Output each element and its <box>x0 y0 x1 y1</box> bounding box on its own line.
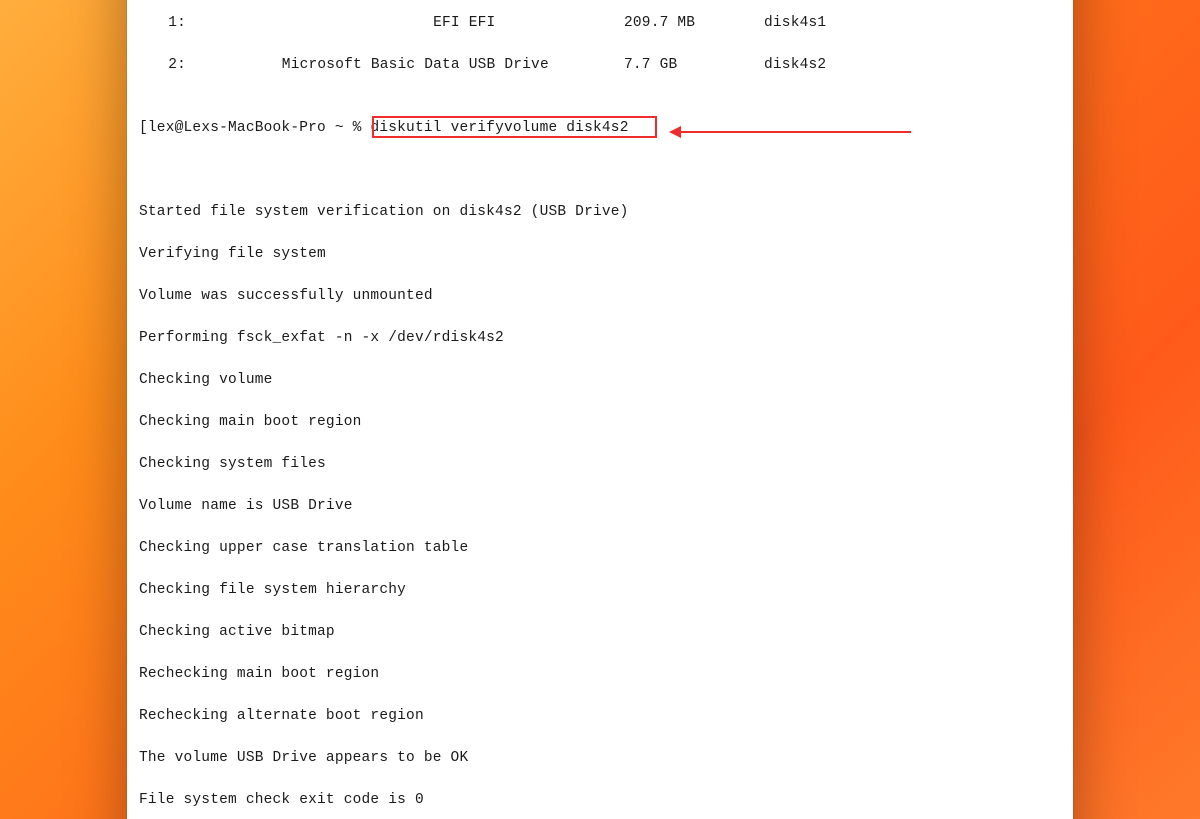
part-num: 1: <box>139 13 194 34</box>
part-id: disk4s2 <box>764 55 1061 76</box>
output-line: Checking active bitmap <box>139 622 1061 643</box>
part-num: 2: <box>139 55 194 76</box>
output-line: Rechecking main boot region <box>139 664 1061 685</box>
part-id: disk4s1 <box>764 13 1061 34</box>
partition-row: 2: Microsoft Basic Data USB Drive7.7 GBd… <box>139 55 1061 76</box>
output-line: The volume USB Drive appears to be OK <box>139 748 1061 769</box>
annotation-arrow <box>669 126 911 138</box>
partition-row: 1: EFI EFI209.7 MBdisk4s1 <box>139 13 1061 34</box>
prompt-line-1: [lex@Lexs-MacBook-Pro ~ % diskutil verif… <box>139 118 1061 181</box>
output-line: Checking file system hierarchy <box>139 580 1061 601</box>
prompt-bracket: [ <box>139 120 148 136</box>
part-size: 7.7 GB <box>624 55 764 76</box>
terminal-content[interactable]: /dev/disk4 (external, physical): #:TYPE … <box>127 0 1073 819</box>
part-type: EFI EFI <box>194 13 624 34</box>
terminal-window: lex — -zsh — 85×25 /dev/disk4 (external,… <box>127 0 1073 819</box>
part-type: Microsoft Basic Data USB Drive <box>194 55 624 76</box>
output-line: Started file system verification on disk… <box>139 202 1061 223</box>
entered-command: diskutil verifyvolume disk4s2 <box>370 120 628 136</box>
part-size: 209.7 MB <box>624 13 764 34</box>
prompt-user-host: lex@Lexs-MacBook-Pro ~ % <box>148 120 362 136</box>
output-line: Rechecking alternate boot region <box>139 706 1061 727</box>
output-line: Checking upper case translation table <box>139 538 1061 559</box>
output-line: Checking main boot region <box>139 412 1061 433</box>
output-line: Volume name is USB Drive <box>139 496 1061 517</box>
output-line: File system check exit code is 0 <box>139 790 1061 811</box>
output-line: Volume was successfully unmounted <box>139 286 1061 307</box>
output-line: Checking volume <box>139 370 1061 391</box>
output-line: Checking system files <box>139 454 1061 475</box>
arrow-head-icon <box>669 126 681 138</box>
output-line: Performing fsck_exfat -n -x /dev/rdisk4s… <box>139 328 1061 349</box>
arrow-line <box>681 131 911 133</box>
output-line: Verifying file system <box>139 244 1061 265</box>
